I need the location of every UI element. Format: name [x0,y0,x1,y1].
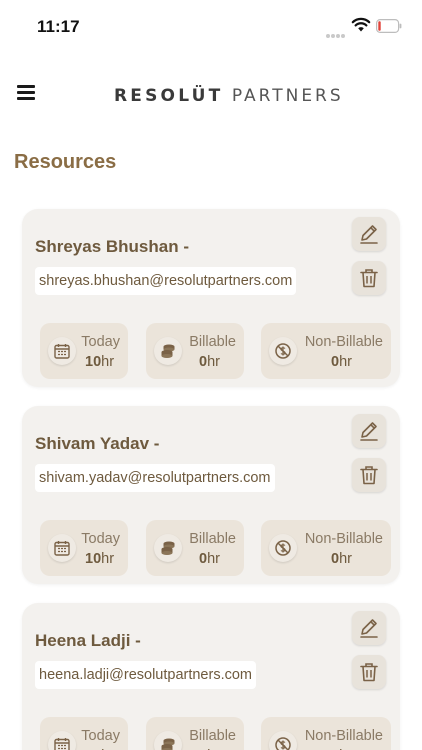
nonbillable-hours-stat: Non-Billable 0hr [261,717,391,750]
logo-wordmark-bold: RESOLÜT [114,86,224,106]
delete-button[interactable] [352,655,386,689]
resource-name: Heena Ladji - [35,631,141,650]
billable-label: Billable [189,728,236,744]
resource-card: Shivam Yadav - shivam.yadav@resolutpartn… [22,406,400,584]
today-hours-stat: Today 10hr [40,520,128,576]
resource-name: Shivam Yadav - [35,434,160,453]
pencil-icon [360,225,378,244]
cellular-signal-icon [326,25,346,38]
resource-card: Heena Ladji - heena.ladji@resolutpartner… [22,603,400,750]
trash-icon [360,663,378,682]
today-value: 10hr [85,551,115,567]
edit-button[interactable] [352,611,386,645]
delete-button[interactable] [352,458,386,492]
resource-email: heena.ladji@resolutpartners.com [35,661,256,689]
resource-email: shreyas.bhushan@resolutpartners.com [35,267,297,295]
nonbillable-value: 0hr [331,354,352,370]
calendar-icon [48,731,76,750]
today-value: 10hr [85,354,115,370]
calendar-icon [48,337,76,365]
today-label: Today [81,334,120,350]
nonbillable-hours-stat: Non-Billable 0hr [261,520,391,576]
coins-icon [154,731,182,750]
nonbillable-label: Non-Billable [304,334,383,350]
trash-icon [360,466,378,485]
logo-wordmark-light: PARTNERS [231,86,344,106]
nonbillable-value: 0hr [331,551,352,567]
billable-value: 0hr [199,551,220,567]
today-label: Today [81,728,120,744]
billable-value: 0hr [199,354,220,370]
billable-hours-stat: Billable 0hr [146,520,244,576]
trash-icon [360,269,378,288]
wifi-icon [351,17,371,32]
calendar-icon [48,534,76,562]
today-hours-stat: Today 10hr [40,323,128,379]
status-time: 11:17 [37,17,80,36]
today-label: Today [81,531,120,547]
billable-label: Billable [189,531,236,547]
app-header: RESOLÜT PARTNERS [0,72,422,118]
resource-name: Shreyas Bhushan - [35,237,189,256]
nonbillable-label: Non-Billable [304,728,383,744]
resource-email: shivam.yadav@resolutpartners.com [35,464,275,492]
battery-icon [376,19,402,33]
pencil-icon [360,619,378,638]
no-dollar-icon [269,534,297,562]
nonbillable-label: Non-Billable [304,531,383,547]
hamburger-menu-icon[interactable] [14,80,40,104]
resource-card: Shreyas Bhushan - shreyas.bhushan@resolu… [22,209,400,387]
edit-button[interactable] [352,414,386,448]
billable-label: Billable [189,334,236,350]
delete-button[interactable] [352,261,386,295]
today-hours-stat: Today 10hr [40,717,128,750]
billable-hours-stat: Billable 0hr [146,323,244,379]
pencil-icon [360,422,378,441]
page-title: Resources [14,151,117,173]
billable-hours-stat: Billable 0hr [146,717,244,750]
no-dollar-icon [269,731,297,750]
edit-button[interactable] [352,217,386,251]
nonbillable-hours-stat: Non-Billable 0hr [261,323,391,379]
brand-logo: RESOLÜT PARTNERS [114,86,344,106]
coins-icon [154,337,182,365]
coins-icon [154,534,182,562]
no-dollar-icon [269,337,297,365]
status-bar: 11:17 [0,0,422,52]
